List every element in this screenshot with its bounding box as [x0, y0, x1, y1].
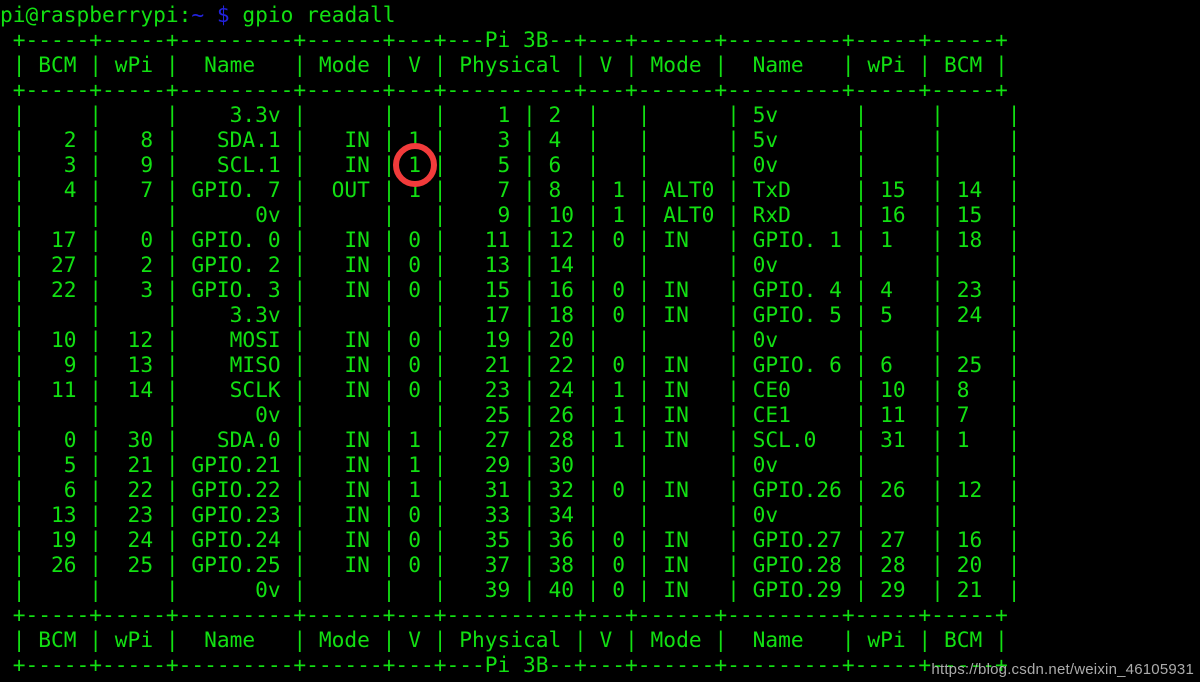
table-row: | 10 | 12 | MOSI | IN | 0 | 19 | 20 | | … [0, 327, 1021, 352]
prompt-user-host: pi@raspberrypi: [0, 2, 192, 27]
table-row: | 27 | 2 | GPIO. 2 | IN | 0 | 13 | 14 | … [0, 252, 1021, 277]
table-row: | | | 0v | | | 39 | 40 | 0 | IN | GPIO.2… [0, 577, 1021, 602]
table-header-separator: +-----+-----+---------+------+---+------… [0, 77, 1008, 102]
table-row: | 22 | 3 | GPIO. 3 | IN | 0 | 15 | 16 | … [0, 277, 1021, 302]
table-row: | 3 | 9 | SCL.1 | IN | 1 | 5 | 6 | | | 0… [0, 152, 1021, 177]
table-row: | 4 | 7 | GPIO. 7 | OUT | 1 | 7 | 8 | 1 … [0, 177, 1021, 202]
prompt-command: gpio readall [229, 2, 396, 27]
table-footer-row: | BCM | wPi | Name | Mode | V | Physical… [0, 627, 1008, 652]
table-row: | | | 0v | | | 9 | 10 | 1 | ALT0 | RxD |… [0, 202, 1021, 227]
terminal-output: pi@raspberrypi:~ $ gpio readall +-----+-… [0, 0, 1200, 682]
table-footer-separator: +-----+-----+---------+------+---+------… [0, 602, 1008, 627]
table-row: | 0 | 30 | SDA.0 | IN | 1 | 27 | 28 | 1 … [0, 427, 1021, 452]
table-row: | 6 | 22 | GPIO.22 | IN | 1 | 31 | 32 | … [0, 477, 1021, 502]
table-row: | 5 | 21 | GPIO.21 | IN | 1 | 29 | 30 | … [0, 452, 1021, 477]
table-row: | 26 | 25 | GPIO.25 | IN | 0 | 37 | 38 |… [0, 552, 1021, 577]
table-row: | 19 | 24 | GPIO.24 | IN | 0 | 35 | 36 |… [0, 527, 1021, 552]
table-top-border: +-----+-----+---------+------+---+---Pi … [0, 27, 1008, 52]
table-row: | 17 | 0 | GPIO. 0 | IN | 0 | 11 | 12 | … [0, 227, 1021, 252]
table-row: | | | 0v | | | 25 | 26 | 1 | IN | CE1 | … [0, 402, 1021, 427]
table-row: | 13 | 23 | GPIO.23 | IN | 0 | 33 | 34 |… [0, 502, 1021, 527]
table-row: | | | 3.3v | | | 17 | 18 | 0 | IN | GPIO… [0, 302, 1021, 327]
prompt-path: ~ [191, 2, 205, 27]
terminal-prompt-line: pi@raspberrypi:~ $ gpio readall [0, 2, 1200, 27]
prompt-sigil: $ [216, 2, 230, 27]
watermark-url: https://blog.csdn.net/weixin_46105931 [931, 661, 1194, 678]
table-row: | 11 | 14 | SCLK | IN | 0 | 23 | 24 | 1 … [0, 377, 1021, 402]
table-row: | 2 | 8 | SDA.1 | IN | 1 | 3 | 4 | | | 5… [0, 127, 1021, 152]
table-row: | 9 | 13 | MISO | IN | 0 | 21 | 22 | 0 |… [0, 352, 1021, 377]
table-row: | | | 3.3v | | | 1 | 2 | | | 5v | | | [0, 102, 1021, 127]
table-header-row: | BCM | wPi | Name | Mode | V | Physical… [0, 52, 1008, 77]
